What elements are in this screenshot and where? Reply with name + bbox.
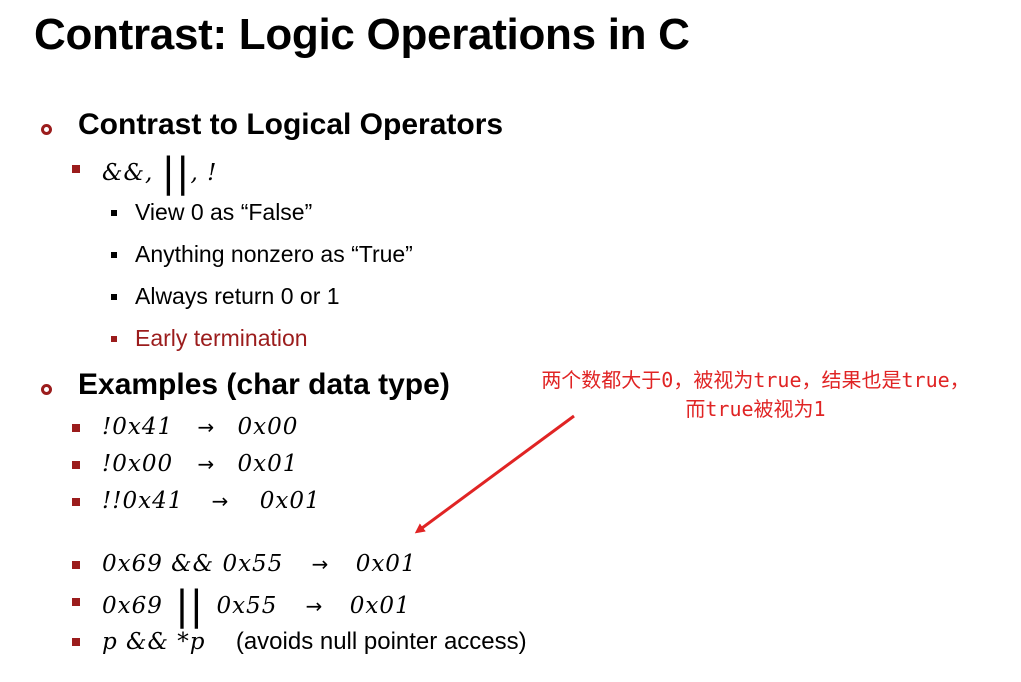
annotation-arrow-line [414, 414, 575, 534]
annotation-arrow-icon [414, 414, 575, 534]
